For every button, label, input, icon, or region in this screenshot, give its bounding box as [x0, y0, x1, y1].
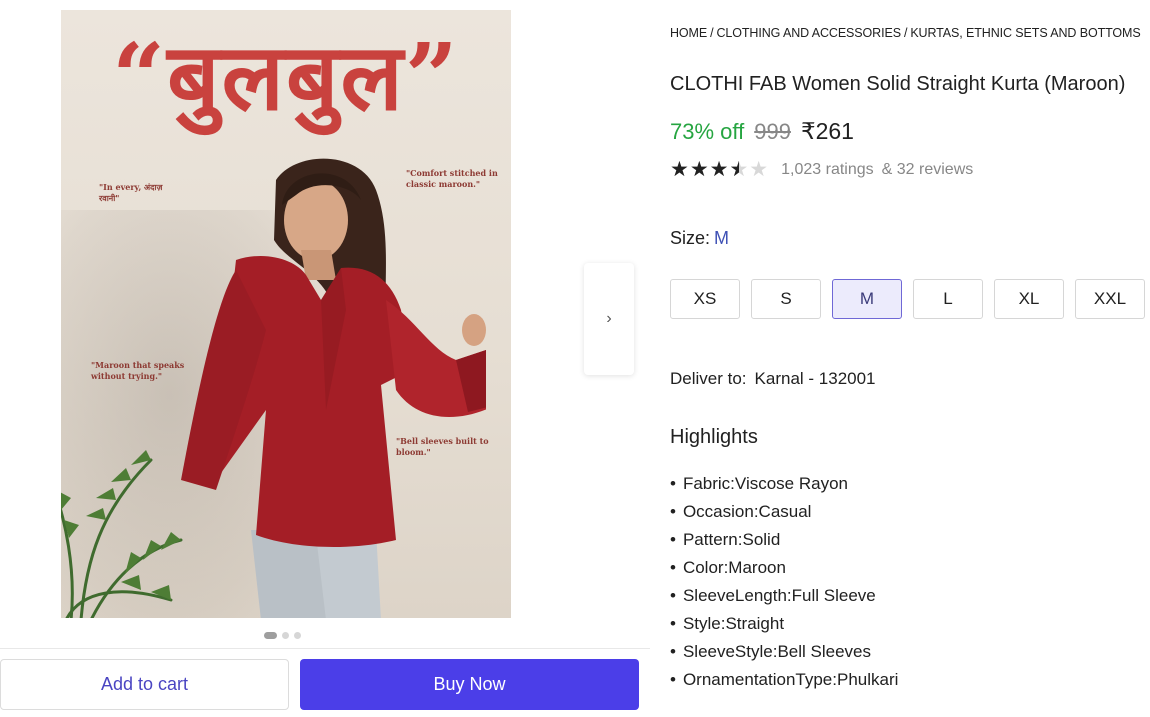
size-option-s[interactable]: S [751, 279, 821, 319]
discount-percent: 73% off [670, 119, 745, 144]
highlight-item: SleeveStyle:Bell Sleeves [670, 638, 898, 666]
size-option-l[interactable]: L [913, 279, 983, 319]
size-option-m[interactable]: M [832, 279, 902, 319]
carousel-dots [264, 632, 301, 639]
highlight-item: Pattern:Solid [670, 526, 898, 554]
product-image[interactable]: “बुलबुल” "In every, अंदाज़ रवानी" "Comfo… [61, 10, 511, 618]
add-to-cart-button[interactable]: Add to cart [0, 659, 289, 710]
size-options: XS S M L XL XXL [670, 279, 1145, 319]
carousel-next-button[interactable]: › [584, 263, 634, 375]
breadcrumb: HOME / CLOTHING AND ACCESSORIES / KURTAS, ET… [670, 26, 1141, 40]
highlight-item: OrnamentationType:Phulkari [670, 666, 898, 694]
model-figure [181, 158, 486, 618]
size-option-xl[interactable]: XL [994, 279, 1064, 319]
highlight-item: Fabric:Viscose Rayon [670, 470, 898, 498]
highlight-item: Style:Straight [670, 610, 898, 638]
deliver-to-label: Deliver to: [670, 369, 747, 388]
mrp-price: 999 [754, 119, 791, 144]
delivery-location[interactable]: Deliver to: Karnal - 132001 [670, 369, 876, 389]
reviews-count: & 32 reviews [881, 161, 974, 178]
size-option-xxl[interactable]: XXL [1075, 279, 1145, 319]
breadcrumb-separator: / [710, 26, 714, 40]
highlights-title: Highlights [670, 426, 758, 448]
size-option-xs[interactable]: XS [670, 279, 740, 319]
price-row: 73% off 999 ₹261 [670, 118, 854, 145]
product-details: HOME / CLOTHING AND ACCESSORIES / KURTAS, ET… [670, 0, 1150, 717]
ratings-count: 1,023 ratings [781, 161, 874, 178]
highlight-item: Color:Maroon [670, 554, 898, 582]
chevron-right-icon: › [606, 310, 612, 327]
carousel-dot[interactable] [282, 632, 289, 639]
size-label: Size: M [670, 228, 729, 249]
deliver-location-value: Karnal - 132001 [754, 369, 876, 388]
highlight-item: Occasion:Casual [670, 498, 898, 526]
product-title: CLOTHI FAB Women Solid Straight Kurta (M… [670, 73, 1126, 95]
highlight-item: SleeveLength:Full Sleeve [670, 582, 898, 610]
star-rating-icon: ★★★★★ ★★★★★ [670, 158, 769, 182]
stars-filled: ★★★★★ [670, 158, 739, 181]
carousel-dot-active[interactable] [264, 632, 277, 639]
rating-row[interactable]: ★★★★★ ★★★★★ 1,023 ratings & 32 reviews [670, 158, 973, 182]
breadcrumb-separator: / [903, 26, 908, 40]
breadcrumb-kurtas[interactable]: KURTAS, ETHNIC SETS AND BOTTOMS [910, 26, 1140, 40]
divider [0, 648, 650, 649]
buy-now-button[interactable]: Buy Now [300, 659, 639, 710]
breadcrumb-clothing[interactable]: CLOTHING AND ACCESSORIES [716, 26, 901, 40]
size-label-text: Size: [670, 228, 711, 248]
carousel-dot[interactable] [294, 632, 301, 639]
breadcrumb-home[interactable]: HOME [670, 26, 707, 40]
selected-size: M [714, 228, 730, 248]
highlights-list: Fabric:Viscose Rayon Occasion:Casual Pat… [670, 470, 898, 694]
poster-title: “बुलबुल” [112, 23, 460, 131]
selling-price: ₹261 [800, 118, 854, 144]
